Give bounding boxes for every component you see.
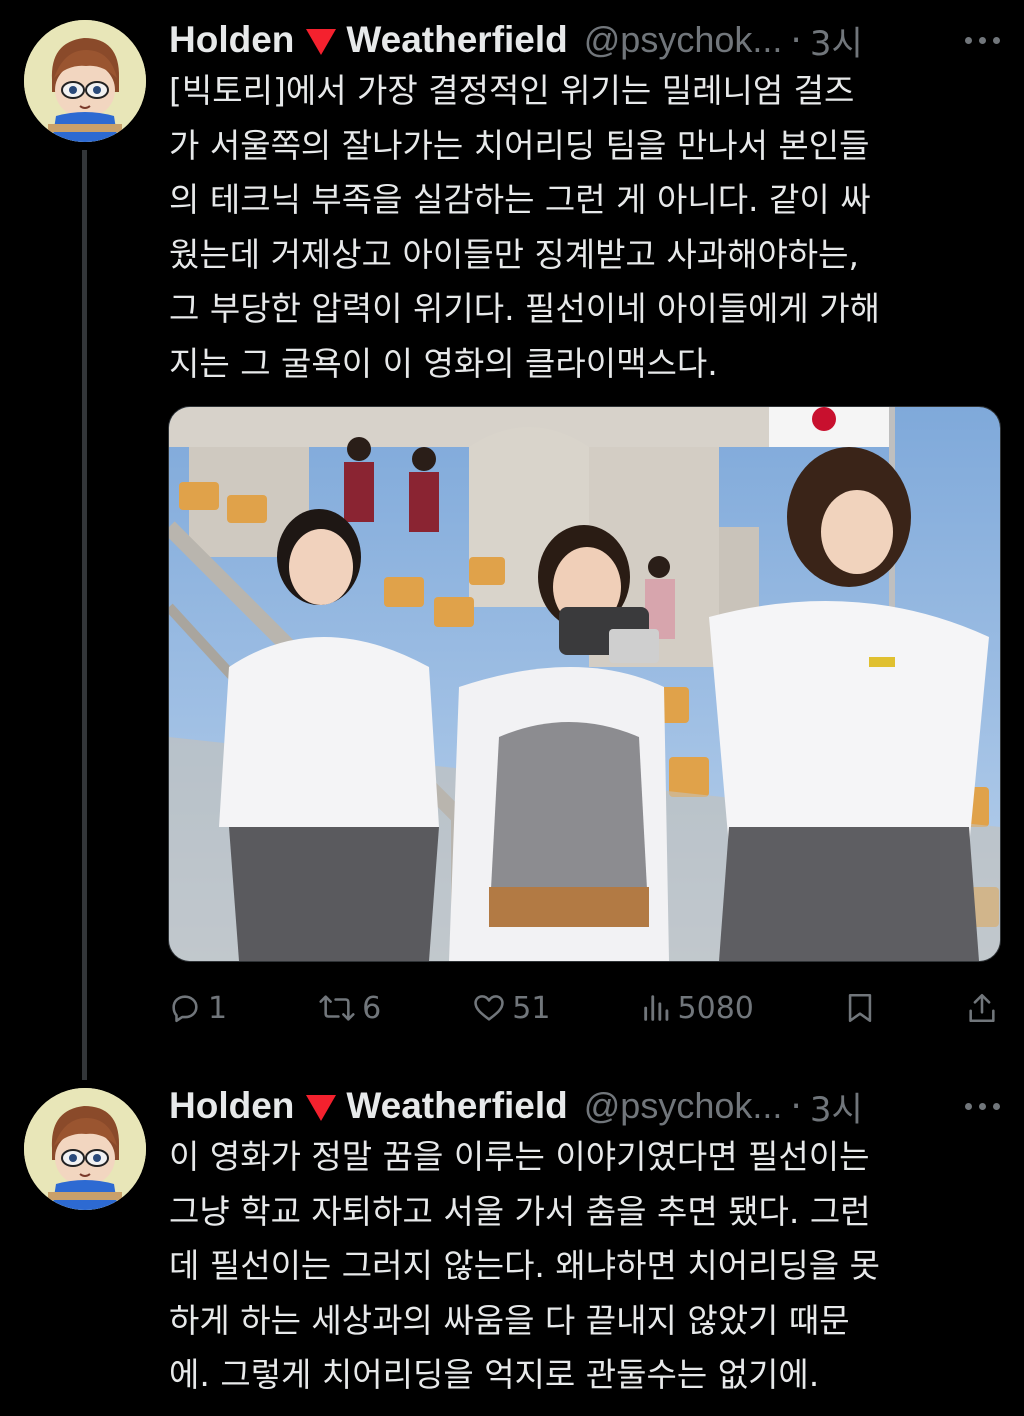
- reply-button[interactable]: 1: [168, 991, 227, 1026]
- like-button[interactable]: 51: [472, 991, 550, 1026]
- view-count: 5080: [677, 990, 754, 1026]
- views-icon: [643, 995, 668, 1021]
- timestamp[interactable]: 3시: [810, 1082, 863, 1131]
- reply-count: 1: [208, 990, 228, 1026]
- red-triangle-icon: [306, 29, 337, 55]
- timestamp[interactable]: 3시: [810, 16, 863, 65]
- retweet-icon: [319, 995, 355, 1021]
- heart-icon: [474, 995, 505, 1021]
- author-name-suffix[interactable]: Weatherfield: [346, 19, 567, 61]
- tweet[interactable]: Holden Weatherfield @psychok... · 3시 이 영…: [0, 1080, 1024, 1416]
- tweet-header: Holden Weatherfield @psychok... · 3시: [169, 1085, 1000, 1130]
- retweet-count: 6: [362, 990, 382, 1026]
- more-options-icon[interactable]: [965, 20, 1000, 60]
- like-count: 51: [512, 990, 551, 1026]
- tweet[interactable]: Holden Weatherfield @psychok... · 3시 [빅토…: [0, 0, 1024, 1060]
- avatar[interactable]: [24, 20, 146, 142]
- bookmark-icon: [848, 993, 872, 1023]
- retweet-button[interactable]: 6: [318, 991, 381, 1026]
- share-button[interactable]: [966, 991, 998, 1025]
- tweet-text: 이 영화가 정말 꿈을 이루는 이야기였다면 필선이는 그냥 학교 자퇴하고 서…: [169, 1137, 880, 1394]
- tweet-image[interactable]: [168, 406, 1001, 962]
- author-handle[interactable]: @psychok...: [584, 19, 783, 61]
- tweet-actions: 1 6 51 5080: [168, 986, 998, 1030]
- author-name[interactable]: Holden: [169, 19, 294, 61]
- author-name[interactable]: Holden: [169, 1085, 294, 1127]
- more-options-icon[interactable]: [965, 1086, 1000, 1126]
- avatar[interactable]: [24, 1088, 146, 1210]
- reply-icon: [172, 995, 198, 1023]
- author-handle[interactable]: @psychok...: [584, 1085, 783, 1127]
- views-button[interactable]: 5080: [642, 991, 754, 1026]
- bookmark-button[interactable]: [845, 991, 875, 1025]
- share-icon: [969, 993, 995, 1023]
- separator: ·: [790, 19, 802, 61]
- separator: ·: [790, 1085, 802, 1127]
- author-name-suffix[interactable]: Weatherfield: [346, 1085, 567, 1127]
- red-triangle-icon: [306, 1095, 337, 1121]
- tweet-header: Holden Weatherfield @psychok... · 3시: [169, 19, 1000, 64]
- tweet-text: [빅토리]에서 가장 결정적인 위기는 밀레니엄 걸즈 가 서울쪽의 잘나가는 …: [169, 71, 880, 383]
